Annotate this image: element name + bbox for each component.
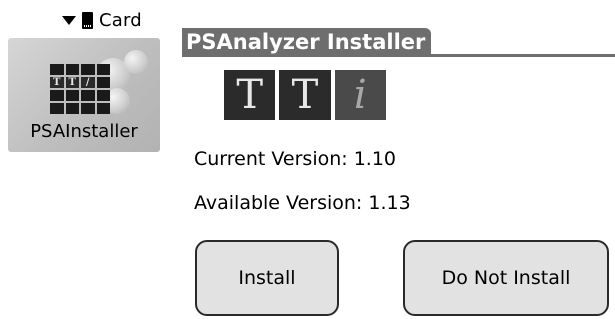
dialog-title-bar: PSAnalyzer Installer <box>182 28 615 58</box>
decorative-bubble <box>124 50 148 74</box>
triangle-down-icon <box>62 15 76 25</box>
title-underline <box>182 54 615 57</box>
available-version-text: Available Version: 1.13 <box>194 192 411 214</box>
install-button[interactable]: Install <box>195 240 339 316</box>
sd-card-icon <box>82 11 93 29</box>
tti-grid-logo-icon: T T / <box>50 64 110 114</box>
category-label: Card <box>99 9 142 31</box>
app-label: PSAInstaller <box>30 121 138 142</box>
logo-letter-t1: T <box>224 70 276 120</box>
dialog-title: PSAnalyzer Installer <box>182 28 432 56</box>
current-version-text: Current Version: 1.10 <box>194 148 397 170</box>
logo-letter-i: i <box>334 70 386 120</box>
do-not-install-button[interactable]: Do Not Install <box>403 240 609 316</box>
logo-letter-t2: T <box>279 70 331 120</box>
tti-logo: T T i <box>224 70 386 120</box>
app-tile-psainstaller[interactable]: T T / PSAInstaller <box>8 38 160 152</box>
category-selector[interactable]: Card <box>62 8 142 32</box>
